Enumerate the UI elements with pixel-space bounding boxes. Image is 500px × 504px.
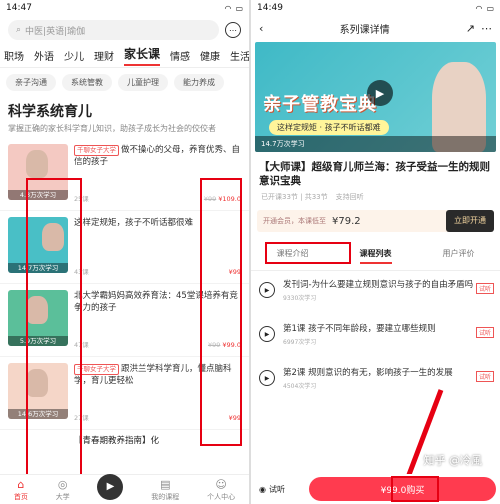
tab-category[interactable]: 外语 [34,48,54,63]
subtag-row: 亲子沟通 系统管教 儿童护理 能力养成 [0,68,249,97]
wifi-icon: ◠ [224,3,232,13]
tab-university[interactable]: ◎ 大学 [56,478,70,502]
course-title: 这样定规矩，孩子不听话都很难 [74,218,194,228]
course-price: ¥99 [229,266,241,278]
next-course-title: 【青春期教养指南】化 [74,436,160,446]
tab-my-courses-label: 我的课程 [151,492,180,501]
battery-icon: ▭ [235,3,243,13]
tab-category[interactable]: 生活 [230,48,249,63]
university-icon: ◎ [57,477,68,491]
tab-my-courses[interactable]: ▤ 我的课程 [151,478,179,502]
price: ¥99.0 [222,341,241,349]
study-count: 14.7万次学习 [8,263,68,273]
profile-icon: ☺ [215,477,227,491]
course-title: 北大学霸妈妈高效养育法：45堂课培养有竞争力的孩子 [74,291,238,313]
subtag[interactable]: 能力养成 [174,74,224,91]
course-item[interactable]: 14.6万次学习 千聊女子大学 跟洪兰学科学育儿，懂点脑科学，育儿更轻松 27课 … [0,357,249,430]
tab-category[interactable]: 情感 [170,48,190,63]
tab-home-label: 首页 [13,492,28,501]
course-price: ¥99 ¥99.0 [208,339,241,351]
old-price: ¥99 [203,195,217,203]
course-thumbnail: 14.7万次学习 [8,217,68,273]
course-thumbnail: 5.9万次学习 [8,290,68,346]
buy-button[interactable]: ¥99.0购买 [309,477,496,501]
study-count: 14.6万次学习 [8,409,68,419]
lesson-count: 43课 [74,268,89,276]
subtag[interactable]: 系统管教 [62,74,112,91]
home-icon: ⌂ [17,477,25,491]
play-circle-icon: ◉ [259,484,266,494]
course-price: ¥99 [229,412,241,424]
lesson-count: 47课 [74,341,89,349]
bottom-buy-bar: ◉ 试听 ¥99.0购买 [251,474,500,504]
tab-category[interactable]: 少儿 [64,48,84,63]
course-item[interactable]: 14.7万次学习 这样定规矩，孩子不听话都很难 43课 ¥99 [0,211,249,284]
category-tabs: 职场 外语 少儿 理财 家长课 情感 健康 生活 [0,44,249,68]
section-desc: 掌握正确的家长科学育儿知识，助孩子成长为社会的佼佼者 [8,124,216,133]
tab-category[interactable]: 健康 [200,48,220,63]
search-placeholder: 中医|英语|瑜伽 [25,26,86,37]
left-screen: 14:47 ◠ ▭ ⌕ 中医|英语|瑜伽 … 职场 外语 少儿 理财 家长课 情感 … [0,0,249,504]
player-icon: ▶ [97,473,124,500]
status-bar: 14:47 ◠ ▭ [0,0,249,16]
watermark: 知乎 @冷風 [423,454,483,467]
search-input[interactable]: ⌕ 中医|英语|瑜伽 [8,20,219,40]
search-row: ⌕ 中医|英语|瑜伽 … [0,16,249,44]
listen-label: 试听 [268,484,285,494]
course-tag: 千聊女子大学 [74,145,119,156]
message-icon[interactable]: … [225,22,241,38]
study-count: 5.9万次学习 [8,336,68,346]
course-item[interactable]: 4.3万次学习 千聊女子大学 做不操心的父母，养育优秀、自信的孩子 25课 ¥99… [0,138,249,211]
tab-profile[interactable]: ☺ 个人中心 [207,478,235,502]
course-tag: 千聊女子大学 [74,364,119,375]
bottom-tab-bar: ⌂ 首页 ◎ 大学 ▶ ▤ 我的课程 ☺ 个人中心 [0,473,249,504]
tab-category[interactable]: 理财 [94,48,114,63]
price: ¥99 [228,268,241,276]
tab-university-label: 大学 [55,492,70,501]
lesson-count: 27课 [74,414,89,422]
course-thumbnail: 14.6万次学习 [8,363,68,419]
tab-home[interactable]: ⌂ 首页 [14,478,28,502]
tab-player[interactable]: ▶ [97,473,124,500]
tab-profile-label: 个人中心 [207,492,236,501]
subtag[interactable]: 儿童护理 [118,74,168,91]
price: ¥99 [228,414,241,422]
course-thumbnail: 4.3万次学习 [8,144,68,200]
listen-button[interactable]: ◉ 试听 [251,484,309,495]
old-price: ¥99 [207,341,221,349]
search-icon: ⌕ [16,25,22,35]
tab-category[interactable]: 职场 [4,48,24,63]
annotation-arrow [397,389,444,500]
subtag[interactable]: 亲子沟通 [6,74,56,91]
lesson-count: 25课 [74,195,89,203]
right-screen: 14:49 ◠ ▭ ‹ 系列课详情 ↗ ⋯ 亲子管教宝典 这样定规矩 · 孩子不听… [251,0,500,504]
study-count: 4.3万次学习 [8,190,68,200]
price: ¥109.0 [218,195,241,203]
course-item[interactable]: 5.9万次学习 北大学霸妈妈高效养育法：45堂课培养有竞争力的孩子 47课 ¥9… [0,284,249,357]
tab-category-active[interactable]: 家长课 [124,45,161,66]
status-time: 14:47 [6,3,32,13]
course-price: ¥99 ¥109.0 [204,193,241,205]
section-title: 科学系统育儿 [8,104,92,120]
courses-icon: ▤ [160,477,171,491]
